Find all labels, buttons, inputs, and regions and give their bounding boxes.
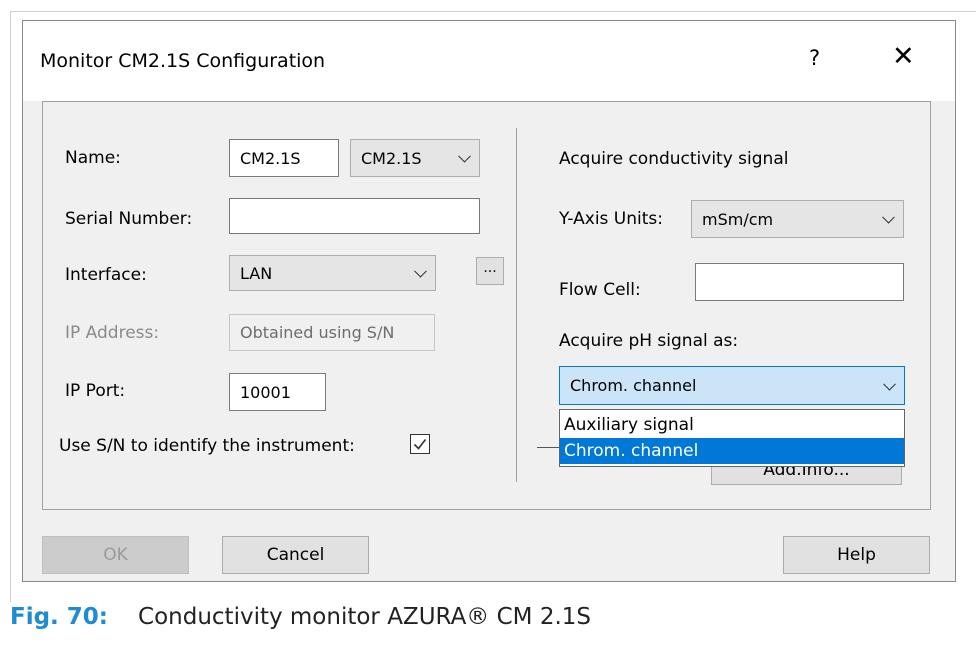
figure-caption: Fig. 70: Conductivity monitor AZURA® CM 2… — [10, 604, 591, 630]
y-axis-units-combo[interactable]: mSm/cm — [691, 200, 904, 238]
name-input[interactable]: CM2.1S — [229, 139, 339, 177]
cancel-button[interactable]: Cancel — [222, 536, 369, 574]
title-bar: Monitor CM2.1S Configuration ? ✕ — [23, 21, 955, 101]
serial-number-label: Serial Number: — [65, 209, 193, 229]
acquire-ph-label: Acquire pH signal as: — [559, 331, 739, 351]
figure-label: Fig. 70: — [10, 604, 109, 630]
acquire-ph-combo[interactable]: Chrom. channel — [559, 366, 905, 405]
interface-label: Interface: — [65, 265, 147, 285]
ip-port-input[interactable]: 10001 — [229, 373, 326, 411]
figure-caption-text: Conductivity monitor AZURA® CM 2.1S — [138, 604, 592, 630]
chevron-down-icon — [414, 264, 427, 278]
y-axis-units-label: Y-Axis Units: — [559, 209, 663, 229]
chevron-down-icon — [883, 377, 896, 391]
document-frame-left — [10, 11, 11, 602]
document-frame-top — [10, 11, 976, 12]
ip-port-value: 10001 — [240, 382, 291, 402]
acquire-ph-value: Chrom. channel — [570, 376, 697, 395]
config-dialog: Monitor CM2.1S Configuration ? ✕ Name: C… — [22, 20, 956, 582]
interface-more-button[interactable]: ... — [476, 257, 504, 285]
column-divider — [516, 128, 517, 482]
dropdown-option-chrom-channel[interactable]: Chrom. channel — [560, 438, 904, 464]
interface-combo[interactable]: LAN — [229, 255, 436, 291]
dialog-title: Monitor CM2.1S Configuration — [40, 50, 326, 72]
use-sn-label: Use S/N to identify the instrument: — [59, 436, 355, 456]
dropdown-option-auxiliary[interactable]: Auxiliary signal — [560, 412, 904, 438]
help-button[interactable]: Help — [783, 536, 930, 574]
acquire-ph-dropdown-list: Auxiliary signal Chrom. channel — [559, 409, 905, 467]
acquire-conductivity-label: Acquire conductivity signal — [559, 149, 789, 169]
checkmark-icon — [413, 439, 427, 450]
ip-address-value: Obtained using S/N — [240, 323, 395, 342]
serial-number-input[interactable] — [229, 198, 480, 234]
ip-port-label: IP Port: — [65, 381, 126, 401]
ip-address-input: Obtained using S/N — [229, 314, 435, 351]
name-combo-value: CM2.1S — [361, 148, 422, 168]
name-combo[interactable]: CM2.1S — [350, 139, 480, 177]
close-icon[interactable]: ✕ — [892, 43, 915, 70]
flow-cell-label: Flow Cell: — [559, 280, 641, 300]
use-sn-checkbox[interactable] — [410, 434, 430, 454]
interface-combo-value: LAN — [240, 263, 273, 283]
chevron-down-icon — [458, 149, 471, 163]
y-axis-units-value: mSm/cm — [702, 209, 774, 229]
ip-address-label: IP Address: — [65, 323, 160, 343]
group-connector-line — [537, 447, 559, 448]
help-icon[interactable]: ? — [809, 46, 820, 70]
ok-button[interactable]: OK — [42, 536, 189, 574]
flow-cell-input[interactable] — [695, 263, 904, 301]
name-label: Name: — [65, 148, 121, 168]
name-input-value: CM2.1S — [240, 148, 301, 168]
chevron-down-icon — [882, 210, 895, 224]
